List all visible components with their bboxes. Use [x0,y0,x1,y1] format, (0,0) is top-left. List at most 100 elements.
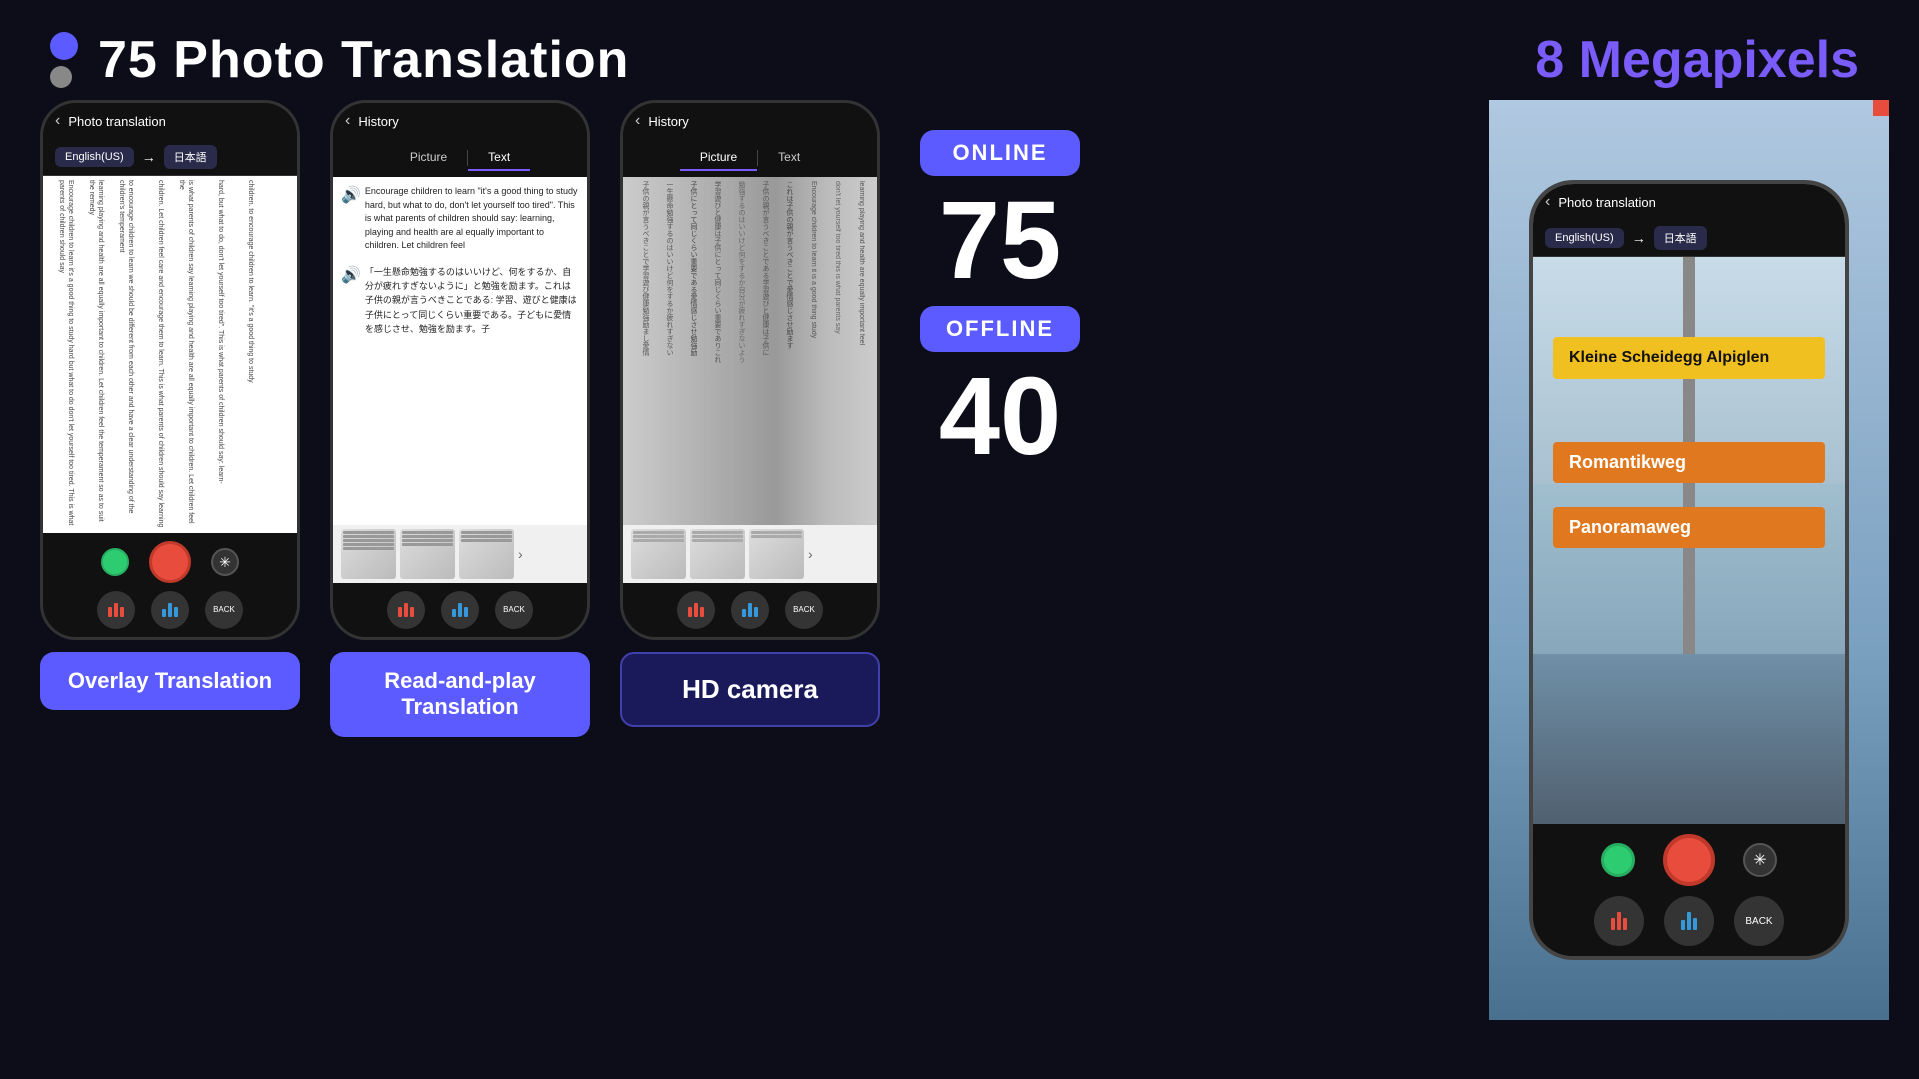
large-phone-topbar: ‹ Photo translation [1533,184,1845,220]
large-phone-back-btn[interactable]: BACK [1734,896,1784,946]
phone2-bottom: BACK [333,583,587,637]
phone2-title: History [358,114,398,129]
phone1-green-btn[interactable] [101,548,129,576]
phone1-bars-blue-icon [162,603,178,617]
phone1-feature-text: Overlay Translation [60,668,280,694]
sign-text-1: Kleine Scheidegg Alpiglen [1569,349,1809,367]
large-phone-red-btn[interactable] [1663,834,1715,886]
phone3-back-btn[interactable]: BACK [785,591,823,629]
phone3-back-icon[interactable]: ‹ [635,112,640,130]
large-phone-lang-from[interactable]: English(US) [1545,228,1624,248]
large-phone-screen: ‹ Photo translation English(US) → 日本語 [1533,184,1845,824]
large-phone-green-btn[interactable] [1601,843,1635,877]
phone1-controls-row: BACK [97,591,243,629]
phone3-ctrl-btn-2[interactable] [731,591,769,629]
phone3-tab-picture[interactable]: Picture [680,145,757,171]
large-phone-back-icon[interactable]: ‹ [1545,193,1550,211]
phone2-feature-label: Read-and-play Translation [330,652,590,737]
online-number: 75 [939,186,1061,296]
phone2-thumb-3[interactable] [459,529,514,579]
phone2-back-icon[interactable]: ‹ [345,112,350,130]
phone2-thumb-2[interactable] [400,529,455,579]
phone1-back-btn[interactable]: BACK [205,591,243,629]
phone1-text-col-5: is what parents of children say learning… [167,180,195,529]
phone2-bars-red-icon [398,603,414,617]
phone2-thumbs-strip: › [333,525,587,583]
large-phone-bottom: ✳ BACK [1533,824,1845,956]
phone3-bars-blue-icon [742,603,758,617]
phone1-content: Encourage children to learn it's a good … [43,176,297,533]
phone2-controls-row: BACK [387,591,533,629]
phones-section: ‹ Photo translation English(US) → 日本語 En… [30,100,1489,737]
phone3-text-col-4: 学習遊びと健康は子供にとって同じくらい重要でありこれ [699,181,721,521]
phone3-feature-text: HD camera [642,674,858,705]
phone3-controls-row: BACK [677,591,823,629]
phone1-ctrl-btn-1[interactable] [97,591,135,629]
sign-ground [1533,654,1845,824]
phone1-ctrl-btn-2[interactable] [151,591,189,629]
phone1-text-col-6: hard, but what to do, don't let yourself… [197,180,225,529]
phone1-back-label: BACK [213,606,235,615]
phone1-topbar: ‹ Photo translation [43,103,297,139]
phone3-thumbs-strip: › [623,525,877,583]
large-phone-ctrl-2[interactable] [1664,896,1714,946]
phone1-text-col-7: children. to encourage children to learn… [227,180,255,529]
phone3-title: History [648,114,688,129]
phone3-back-label: BACK [793,606,815,615]
phone3-thumb-more[interactable]: › [808,529,813,579]
large-phone-bars-blue-icon [1681,912,1697,930]
phone1-red-btn[interactable] [149,541,191,583]
megapixels-label: 8 Megapixels [1535,30,1859,90]
header-dots [50,32,78,88]
large-phone-lang-arrow: → [1632,230,1646,246]
phone1-lang-arrow: → [142,149,156,165]
phone2-content: 🔊 Encourage children to learn "it's a go… [333,177,587,525]
sign-orange2: Panoramaweg [1553,507,1825,548]
phone3-thumb-2[interactable] [690,529,745,579]
phone3-tab-text[interactable]: Text [758,145,820,171]
sign-orange1: Romantikweg [1553,442,1825,483]
large-phone-ctrl-1[interactable] [1594,896,1644,946]
phone2-back-btn[interactable]: BACK [495,591,533,629]
phone3-text-col-5: 勉強するのはいいけど何をするか自分が疲れすぎないよう [723,181,745,521]
phone1-title: Photo translation [68,114,166,129]
phone3-thumb-1[interactable] [631,529,686,579]
large-phone-lang-to[interactable]: 日本語 [1654,226,1707,250]
phone1-lang-to[interactable]: 日本語 [164,145,217,169]
phone3-text-col-6: 子供の親が言うべきことである学習遊びと健康は子供に [747,181,769,521]
phone3-thumb-3[interactable] [749,529,804,579]
phone2-bars-blue-icon [452,603,468,617]
phone2-thumb-more[interactable]: › [518,529,523,579]
phone3-ctrl-btn-1[interactable] [677,591,715,629]
phone1-bars-red-icon [108,603,124,617]
large-phone-star-btn[interactable]: ✳ [1743,843,1777,877]
phone1-text-block: Encourage children to learn it's a good … [43,176,297,533]
phone3-bottom: BACK [623,583,877,637]
phone3-topbar: ‹ History [623,103,877,139]
phone1-star-btn[interactable]: ✳ [211,548,239,576]
phone1-camera-row: ✳ [101,541,239,583]
phone3-text-col-1: 子供の親が言うべきことで学習遊び健康勉強励まし愛情 [627,181,649,521]
phone3-feature-label: HD camera [620,652,880,727]
large-phone-back-label: BACK [1745,916,1772,927]
page-title: 75 Photo Translation [98,30,629,90]
phone2-back-label: BACK [503,606,525,615]
phone2-tab-picture[interactable]: Picture [390,145,467,171]
phone2-speaker2-icon[interactable]: 🔊 [341,265,361,285]
phone2-topbar: ‹ History [333,103,587,139]
online-label: ONLINE [952,140,1047,165]
large-phone-title: Photo translation [1558,195,1656,210]
phone1-text-col-4: children. Let children feel care and enc… [137,180,165,529]
phone1-back-icon[interactable]: ‹ [55,112,60,130]
phone2-tab-text[interactable]: Text [468,145,530,171]
phone2-thumb-1[interactable] [341,529,396,579]
phone2-tabbar: Picture Text [333,139,587,177]
phone3-text-col-9: don't let yourself too tired this is wha… [819,181,841,521]
phone2-ctrl-btn-2[interactable] [441,591,479,629]
large-phone-lang-bar: English(US) → 日本語 [1533,220,1845,257]
stats-section: ONLINE 75 OFFLINE 40 [910,100,1090,502]
phone3-tabbar: Picture Text [623,139,877,177]
phone2-speaker1-icon[interactable]: 🔊 [341,185,361,205]
phone1-lang-from[interactable]: English(US) [55,147,134,167]
phone2-ctrl-btn-1[interactable] [387,591,425,629]
